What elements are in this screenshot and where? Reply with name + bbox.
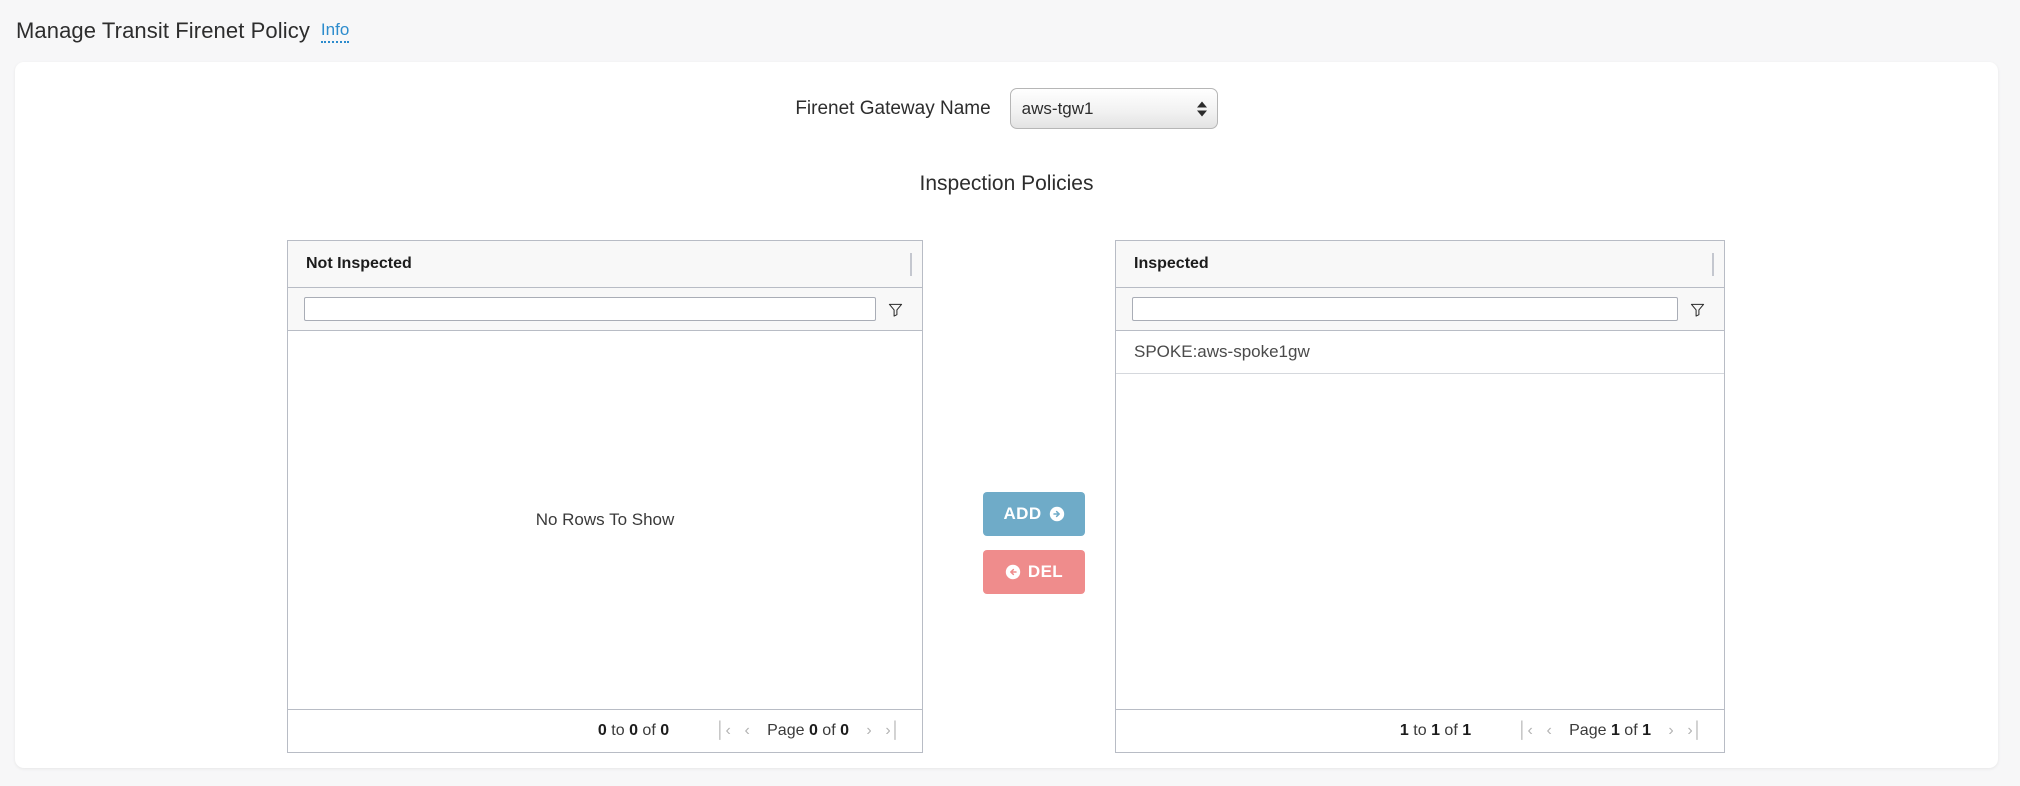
range-from: 0 bbox=[598, 722, 607, 739]
last-page-icon[interactable]: ›│ bbox=[881, 719, 905, 743]
add-button-label: ADD bbox=[1003, 504, 1041, 524]
previous-page-icon[interactable]: ‹ bbox=[735, 719, 759, 743]
page-word: Page bbox=[767, 722, 809, 739]
first-page-icon[interactable]: │‹ bbox=[711, 719, 735, 743]
inspected-filter-button[interactable] bbox=[1678, 290, 1716, 328]
inspected-footer: 1 to 1 of 1 │‹ ‹ Page 1 of 1 › ›│ bbox=[1116, 709, 1724, 752]
inspected-header-label: Inspected bbox=[1134, 255, 1209, 273]
inspected-body: SPOKE:aws-spoke1gw bbox=[1116, 331, 1724, 709]
range-total: 0 bbox=[660, 722, 669, 739]
not-inspected-filter-button[interactable] bbox=[876, 290, 914, 328]
page-total: 1 bbox=[1642, 722, 1651, 739]
not-inspected-page-text: Page 0 of 0 bbox=[767, 722, 849, 740]
not-inspected-filter-row bbox=[288, 288, 922, 331]
range-to-separator: to bbox=[611, 722, 629, 739]
not-inspected-header-label: Not Inspected bbox=[306, 255, 412, 273]
firenet-gateway-label: Firenet Gateway Name bbox=[795, 98, 990, 120]
not-inspected-pager: │‹ ‹ Page 0 of 0 › ›│ bbox=[711, 719, 905, 743]
main-content-card: Firenet Gateway Name aws-tgw1 Inspection… bbox=[15, 62, 1998, 768]
next-page-icon[interactable]: › bbox=[857, 719, 881, 743]
range-to: 0 bbox=[629, 722, 638, 739]
page-header: Manage Transit Firenet Policy Info bbox=[0, 0, 2020, 62]
add-button[interactable]: ADD bbox=[983, 492, 1085, 536]
page-of-separator: of bbox=[1624, 722, 1642, 739]
not-inspected-range-text: 0 to 0 of 0 bbox=[598, 722, 669, 740]
page-of-separator: of bbox=[822, 722, 840, 739]
page-title: Manage Transit Firenet Policy bbox=[16, 18, 310, 44]
transfer-buttons: ADD DEL bbox=[983, 492, 1085, 594]
table-row[interactable]: SPOKE:aws-spoke1gw bbox=[1116, 331, 1724, 374]
not-inspected-empty-message: No Rows To Show bbox=[288, 510, 922, 530]
not-inspected-panel: Not Inspected No Rows To Show 0 to 0 of … bbox=[287, 240, 923, 753]
filter-funnel-icon bbox=[1690, 302, 1705, 317]
inspected-filter-row bbox=[1116, 288, 1724, 331]
firenet-gateway-select-wrapper: aws-tgw1 bbox=[1010, 88, 1218, 129]
filter-funnel-icon bbox=[888, 302, 903, 317]
range-to-separator: to bbox=[1413, 722, 1431, 739]
column-resize-handle[interactable] bbox=[1712, 253, 1714, 276]
list-item-label: SPOKE:aws-spoke1gw bbox=[1134, 342, 1310, 362]
range-of-separator: of bbox=[1444, 722, 1462, 739]
first-page-icon[interactable]: │‹ bbox=[1513, 719, 1537, 743]
info-link[interactable]: Info bbox=[321, 19, 349, 42]
firenet-gateway-row: Firenet Gateway Name aws-tgw1 bbox=[15, 88, 1998, 129]
inspected-pager: │‹ ‹ Page 1 of 1 › ›│ bbox=[1513, 719, 1707, 743]
inspected-header[interactable]: Inspected bbox=[1116, 241, 1724, 288]
range-total: 1 bbox=[1462, 722, 1471, 739]
page-current: 1 bbox=[1611, 722, 1620, 739]
not-inspected-header[interactable]: Not Inspected bbox=[288, 241, 922, 288]
inspected-panel: Inspected SPOKE:aws-spoke1gw 1 to 1 of 1 bbox=[1115, 240, 1725, 753]
page-total: 0 bbox=[840, 722, 849, 739]
inspected-range-text: 1 to 1 of 1 bbox=[1400, 722, 1471, 740]
arrow-right-circle-icon bbox=[1049, 506, 1065, 522]
next-page-icon[interactable]: › bbox=[1659, 719, 1683, 743]
firenet-gateway-select[interactable]: aws-tgw1 bbox=[1010, 88, 1218, 129]
page-current: 0 bbox=[809, 722, 818, 739]
arrow-left-circle-icon bbox=[1005, 564, 1021, 580]
page-word: Page bbox=[1569, 722, 1611, 739]
previous-page-icon[interactable]: ‹ bbox=[1537, 719, 1561, 743]
inspected-page-text: Page 1 of 1 bbox=[1569, 722, 1651, 740]
not-inspected-body: No Rows To Show bbox=[288, 331, 922, 709]
range-of-separator: of bbox=[642, 722, 660, 739]
inspection-policies-title: Inspection Policies bbox=[15, 172, 1998, 196]
delete-button-label: DEL bbox=[1028, 562, 1063, 582]
not-inspected-filter-input[interactable] bbox=[304, 297, 876, 321]
inspected-filter-input[interactable] bbox=[1132, 297, 1678, 321]
not-inspected-footer: 0 to 0 of 0 │‹ ‹ Page 0 of 0 › ›│ bbox=[288, 709, 922, 752]
last-page-icon[interactable]: ›│ bbox=[1683, 719, 1707, 743]
delete-button[interactable]: DEL bbox=[983, 550, 1085, 594]
range-to: 1 bbox=[1431, 722, 1440, 739]
column-resize-handle[interactable] bbox=[910, 253, 912, 276]
range-from: 1 bbox=[1400, 722, 1409, 739]
